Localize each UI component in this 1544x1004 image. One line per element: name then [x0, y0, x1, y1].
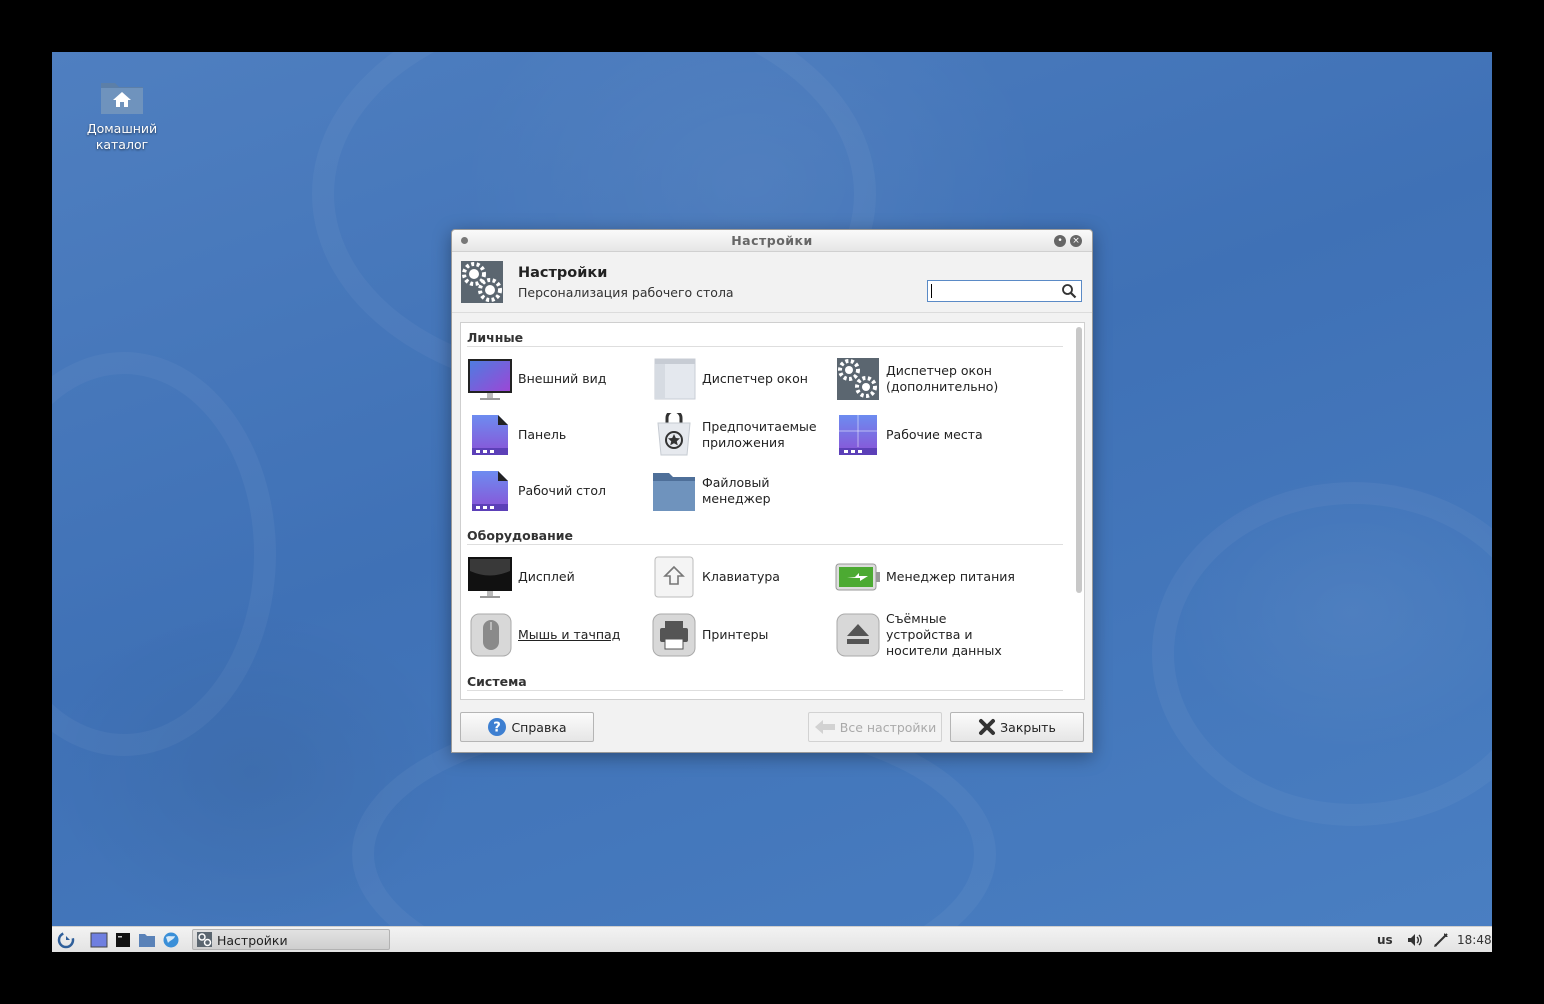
- close-button-label: Закрыть: [1000, 719, 1056, 735]
- item-keyboard-label: Клавиатура: [702, 569, 780, 584]
- section-divider: [467, 346, 1063, 347]
- desktop: Домашний каталог Настройки • × Настройки…: [52, 52, 1492, 952]
- show-desktop-icon[interactable]: [90, 931, 108, 949]
- item-desktop[interactable]: Рабочий стол: [467, 466, 647, 516]
- window-title: Настройки: [731, 233, 813, 248]
- item-removable-devices[interactable]: Съёмные устройства и носители данных: [835, 610, 1015, 660]
- search-icon[interactable]: [1061, 283, 1077, 299]
- item-workspaces-label: Рабочие места: [886, 427, 983, 442]
- mouse-icon: [470, 613, 512, 657]
- item-window-manager-label: Диспетчер окон: [702, 371, 808, 386]
- all-settings-button[interactable]: Все настройки: [808, 712, 942, 742]
- terminal-icon[interactable]: [114, 931, 132, 949]
- home-folder-icon: [99, 78, 145, 116]
- keyboard-layout-indicator[interactable]: us: [1377, 933, 1393, 947]
- section-divider: [467, 690, 1063, 691]
- item-printers-label: Принтеры: [702, 627, 769, 642]
- section-personal: Личные: [467, 330, 524, 345]
- web-browser-icon[interactable]: [162, 931, 180, 949]
- keyboard-key-icon: [654, 556, 694, 598]
- desktop-home-label-2: каталог: [95, 137, 149, 152]
- settings-window: Настройки • × Настройки Персонализация р…: [451, 229, 1093, 753]
- battery-icon: [835, 563, 880, 591]
- section-divider: [467, 544, 1063, 545]
- task-settings-icon: [197, 932, 212, 947]
- item-printers[interactable]: Принтеры: [651, 610, 831, 660]
- item-panel[interactable]: Панель: [467, 410, 647, 460]
- window-titlebar[interactable]: Настройки • ×: [452, 230, 1092, 252]
- settings-list: Личные Внешний вид Диспетчер окон Диспет…: [460, 322, 1085, 700]
- settings-gears-icon: [461, 261, 503, 303]
- item-workspaces[interactable]: Рабочие места: [835, 410, 1015, 460]
- close-button[interactable]: Закрыть: [950, 712, 1084, 742]
- text-caret: [931, 284, 932, 298]
- item-file-manager-label: Файловый менеджер: [702, 475, 771, 506]
- close-x-icon: [979, 719, 996, 735]
- desktop-icon: [472, 471, 508, 511]
- item-removable-devices-label: Съёмные устройства и носители данных: [886, 611, 1002, 658]
- item-panel-label: Панель: [518, 427, 567, 442]
- task-settings-label: Настройки: [217, 933, 288, 948]
- workspaces-icon: [839, 415, 877, 455]
- svg-text:?: ?: [494, 721, 502, 736]
- section-hardware: Оборудование: [467, 528, 573, 543]
- back-arrow-icon: [814, 720, 835, 734]
- item-file-manager[interactable]: Файловый менеджер: [651, 466, 831, 516]
- item-mouse-touchpad-label: Мышь и тачпад: [518, 627, 621, 642]
- section-system: Система: [467, 674, 527, 689]
- panel-icon: [472, 415, 508, 455]
- item-wm-tweaks-label: Диспетчер окон (дополнительно): [886, 363, 999, 394]
- item-mouse-touchpad[interactable]: Мышь и тачпад: [467, 610, 647, 660]
- display-monitor-icon: [468, 557, 512, 598]
- scrollbar[interactable]: [1076, 327, 1082, 593]
- volume-icon[interactable]: [1406, 931, 1424, 949]
- item-power-manager[interactable]: Менеджер питания: [835, 552, 1015, 602]
- item-window-manager[interactable]: Диспетчер окон: [651, 354, 831, 404]
- desktop-home-label-1: Домашний: [86, 121, 158, 136]
- item-preferred-apps-label: Предпочитаемые приложения: [702, 419, 817, 450]
- desktop-home-folder[interactable]: Домашний каталог: [74, 78, 170, 153]
- help-icon: ?: [488, 718, 507, 736]
- help-button[interactable]: ? Справка: [460, 712, 594, 742]
- eject-icon: [836, 613, 880, 657]
- window-manager-icon: [654, 358, 696, 400]
- file-manager-taskbar-icon[interactable]: [138, 931, 156, 949]
- item-power-manager-label: Менеджер питания: [886, 569, 1015, 584]
- appearance-monitor-icon: [468, 359, 512, 400]
- file-manager-folder-icon: [653, 473, 695, 511]
- header-title: Настройки: [518, 265, 608, 281]
- applications-menu-icon[interactable]: [57, 931, 75, 949]
- help-button-label: Справка: [511, 719, 567, 735]
- item-display[interactable]: Дисплей: [467, 552, 647, 602]
- item-display-label: Дисплей: [518, 569, 575, 584]
- item-appearance-label: Внешний вид: [518, 371, 607, 386]
- close-window-icon[interactable]: ×: [1070, 235, 1082, 247]
- item-appearance[interactable]: Внешний вид: [467, 354, 647, 404]
- item-desktop-label: Рабочий стол: [518, 483, 606, 498]
- task-settings-button[interactable]: Настройки: [192, 929, 390, 950]
- printer-icon: [652, 613, 696, 657]
- search-input[interactable]: [927, 280, 1082, 302]
- header-subtitle: Персонализация рабочего стола: [518, 285, 734, 300]
- maximize-icon[interactable]: •: [1054, 235, 1066, 247]
- item-wm-tweaks[interactable]: Диспетчер окон (дополнительно): [835, 354, 1015, 404]
- clock[interactable]: 18:48: [1457, 933, 1492, 947]
- item-preferred-apps[interactable]: Предпочитаемые приложения: [651, 410, 831, 460]
- item-keyboard[interactable]: Клавиатура: [651, 552, 831, 602]
- wm-tweaks-gears-icon: [837, 358, 879, 400]
- all-settings-button-label: Все настройки: [839, 719, 937, 735]
- network-disconnected-icon[interactable]: [1432, 931, 1450, 949]
- preferred-apps-bag-icon: [657, 413, 691, 456]
- settings-header: Настройки Персонализация рабочего стола: [452, 252, 1092, 313]
- taskbar: Настройки us 18:48: [52, 926, 1492, 952]
